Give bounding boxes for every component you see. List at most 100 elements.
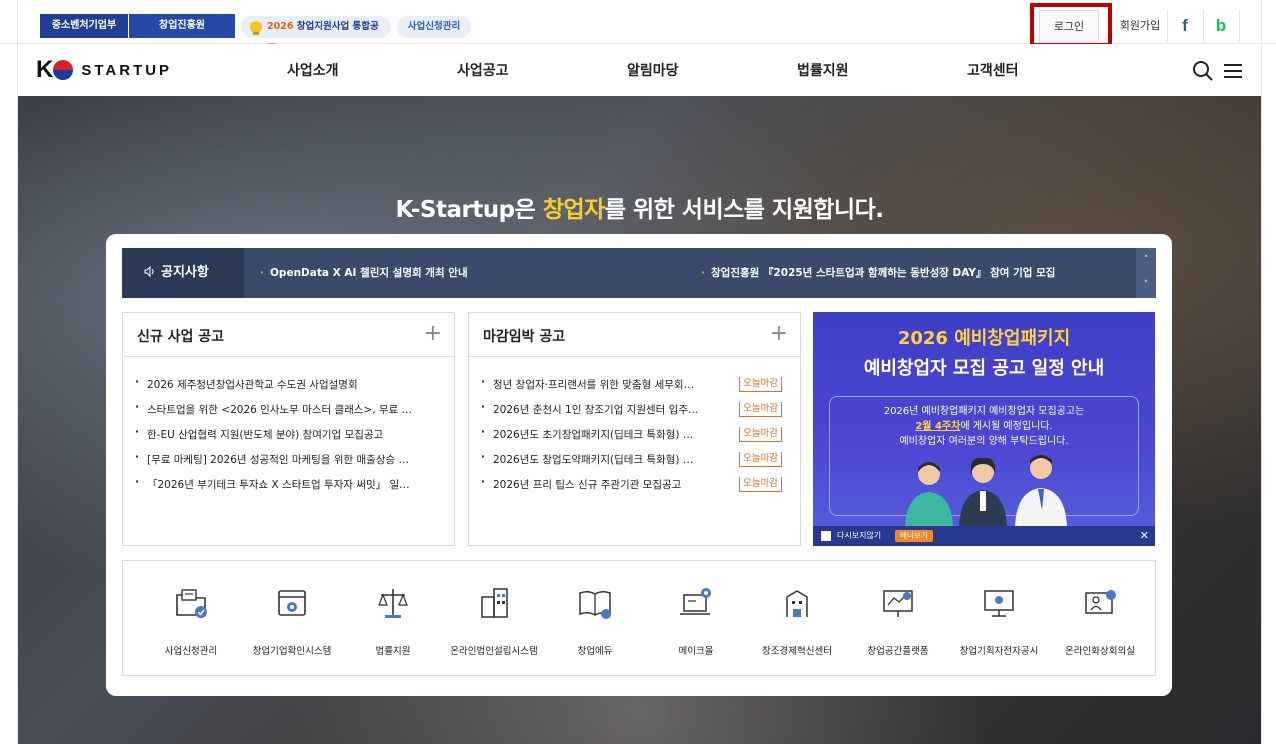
notice-up-button[interactable]: ˄ [1136,248,1156,273]
main-card: 공지사항 OpenData X AI 챌린지 설명회 개최 안내 창업진흥원 『… [106,234,1172,696]
quick-link-video-meeting[interactable]: 온라인화상회의실 [1050,561,1150,677]
board-icon [883,590,913,617]
list-item[interactable]: 2026년도 초기창업패키지(딥테크 특화형) … 오늘마감 [481,427,790,452]
integrated-notice-year: 2026 [267,21,294,32]
quick-link-disclosure[interactable]: 창업기획자전자공시 [949,561,1049,677]
quick-link-label: 온라인화상회의실 [1065,646,1135,657]
quick-link-legal[interactable]: 법률지원 [343,561,443,677]
menu-news[interactable]: 알림마당 [627,60,679,80]
panel-title: 신규 사업 공고 [137,329,225,345]
list-item[interactable]: [무료 마케팅] 2026년 성공적인 마케팅을 위한 매출상승 … [135,452,444,477]
signup-link[interactable]: 회원가입 [1114,10,1166,42]
speaker-icon [144,266,154,277]
quick-links: 사업신청관리 창업기업확인시스템 법률지원 온라인법인설립시스템 창업에듀 메이… [122,560,1156,676]
list-item[interactable]: 스타트업을 위한 <2026 인사노무 마스터 클래스>, 무료 … [135,402,444,427]
quick-link-startup-check[interactable]: 창업기업확인시스템 [242,561,342,677]
hero-title: K-Startup은 창업자를 위한 서비스를 지원합니다. [17,190,1262,224]
notice-arrows: ˄ ˅ [1136,248,1156,298]
quick-link-label: 사업신청관리 [164,646,218,657]
apply-management-pill[interactable]: 사업신청관리 [397,16,471,38]
video-call-icon [1085,590,1116,614]
quick-link-label: 창업기획자전자공시 [959,646,1039,657]
deadline-badge: 오늘마감 [739,402,782,417]
quick-link-label: 창업기업확인시스템 [252,646,332,657]
quick-link-application[interactable]: 사업신청관리 [141,561,241,677]
facebook-icon[interactable]: f [1168,10,1202,42]
laptop-gear-icon [680,588,711,615]
hero-title-highlight: 창업자 [542,197,605,223]
dont-show-checkbox[interactable] [821,531,831,541]
promo-text: 2026년 예비창업패키지 예비창업자 모집공고는 2월 4주차에 게시될 예정… [813,404,1155,449]
deadline-badge: 오늘마감 [739,452,782,467]
monitor-icon [984,590,1014,617]
quick-link-ccei[interactable]: 창조경제혁신센터 [747,561,847,677]
banner-view-button[interactable]: 배너보기 [895,530,933,542]
hero-section: K-Startup은 창업자를 위한 서비스를 지원합니다. 공지사항 Open… [17,96,1262,744]
dont-show-label[interactable]: 다시보지않기 [837,526,881,546]
menu-legal-support[interactable]: 법률지원 [797,60,849,80]
promo-banner[interactable]: 2026 예비창업패키지 예비창업자 모집 공고 일정 안내 2026년 예비창… [813,312,1155,546]
quick-link-online-incorporation[interactable]: 온라인법인설립시스템 [444,561,544,677]
list-item[interactable]: 청년 창업자·프리랜서를 위한 맞춤형 세무회… 오늘마감 [481,377,790,402]
menu-customer-center[interactable]: 고객센터 [967,60,1019,80]
tab-kised[interactable]: 창업진흥원 [129,14,235,38]
close-icon[interactable]: ✕ [1140,526,1149,546]
panel-title: 마감임박 공고 [483,329,566,345]
blog-icon[interactable]: b [1204,10,1238,42]
person-illustration [1015,455,1067,526]
logo-emblem-icon [53,60,74,80]
quick-link-label: 창조경제혁신센터 [762,646,832,657]
list-item-text: 2026년 프리 팁스 신규 주관기관 모집공고 [493,479,682,491]
notice-item[interactable]: 창업진흥원 『2025년 스타트업과 함께하는 동반성장 DAY』 참여 기업 … [701,248,1055,298]
list-item[interactable]: 2026년 춘천시 1인 창조기업 지원센터 입주… 오늘마감 [481,402,790,427]
hero-title-pre: K-Startup은 [395,197,543,223]
quick-link-label: 법률지원 [375,646,411,657]
more-plus-icon[interactable]: + [424,321,442,346]
quick-link-label: 온라인법인설립시스템 [450,646,538,657]
quick-link-edu[interactable]: 창업에듀 [545,561,645,677]
list-item[interactable]: 「2026년 부기테크 투자쇼 X 스타트업 투자자 써밋」 일… [135,477,444,502]
list-item[interactable]: 2026년 프리 팁스 신규 주관기관 모집공고 오늘마감 [481,477,790,502]
notice-item[interactable]: OpenData X AI 챌린지 설명회 개최 안내 [260,248,468,298]
tower-icon [786,590,808,617]
promo-subtitle: 예비창업자 모집 공고 일정 안내 [863,358,1105,379]
menu-business-notice[interactable]: 사업공고 [457,60,509,80]
quick-link-label: 메이크올 [678,646,714,657]
list-item-text: 2026년도 창업도약패키지(딥테크 특화형) … [493,454,694,466]
window-check-icon [278,590,306,616]
deadline-badge: 오늘마감 [739,477,782,492]
hero-title-post: 를 위한 서비스를 지원합니다. [604,197,884,223]
deadline-badge: 오늘마감 [739,377,782,392]
deadline-list: 청년 창업자·프리랜서를 위한 맞춤형 세무회… 오늘마감 2026년 춘천시 1… [469,357,800,502]
list-item-text: 2026년 춘천시 1인 창조기업 지원센터 입주… [493,404,699,416]
notice-bar: 공지사항 OpenData X AI 챌린지 설명회 개최 안내 창업진흥원 『… [122,248,1156,298]
more-plus-icon[interactable]: + [770,321,788,346]
top-utility-bar: 중소벤처기업부 창업진흥원 2026 창업지원사업 통합공고 사업신청관리 로그… [0,0,1276,54]
promo-date: 2월 4주차 [915,421,961,432]
deadline-badge: 오늘마감 [739,427,782,442]
list-item-text: 2026년도 초기창업패키지(딥테크 특화형) … [493,429,694,441]
notice-down-button[interactable]: ˅ [1136,273,1156,298]
notice-label[interactable]: 공지사항 [122,248,244,298]
logo-text: STARTUP [81,61,173,79]
new-business-panel: 신규 사업 공고 + 2026 제주청년창업사관학교 수도권 사업설명회 스타트… [122,312,455,546]
hamburger-menu-icon[interactable] [1222,60,1244,82]
promo-text-line: 2월 4주차에 게시될 예정입니다. [813,419,1155,434]
search-icon[interactable] [1192,60,1214,82]
quick-link-space-platform[interactable]: 창업공간플랫폼 [848,561,948,677]
list-item-text: 청년 창업자·프리랜서를 위한 맞춤형 세무회… [493,379,695,391]
folder-check-icon [176,589,207,618]
deadline-panel: 마감임박 공고 + 청년 창업자·프리랜서를 위한 맞춤형 세무회… 오늘마감 2… [468,312,801,546]
integrated-notice-pill[interactable]: 2026 창업지원사업 통합공고 [241,16,391,54]
menu-business-intro[interactable]: 사업소개 [287,60,339,80]
quick-link-makeall[interactable]: 메이크올 [646,561,746,677]
lightbulb-icon [250,21,262,35]
list-item[interactable]: 2026년도 창업도약패키지(딥테크 특화형) … 오늘마감 [481,452,790,477]
tab-mss[interactable]: 중소벤처기업부 [40,14,128,38]
book-icon [579,590,611,619]
logo-k: K [36,56,53,83]
notice-label-text: 공지사항 [161,265,209,280]
list-item[interactable]: 2026 제주청년창업사관학교 수도권 사업설명회 [135,377,444,402]
kstartup-logo[interactable]: K STARTUP [36,56,173,83]
list-item[interactable]: 한-EU 산업협력 지원(반도체 분야) 참여기업 모집공고 [135,427,444,452]
